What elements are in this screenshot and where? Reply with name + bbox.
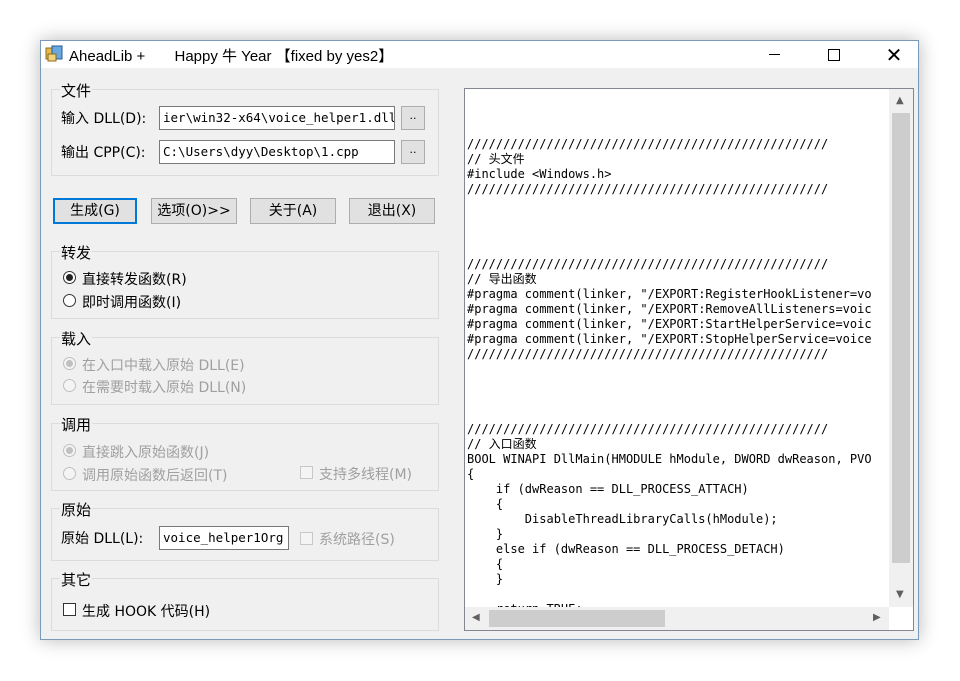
horizontal-scrollbar[interactable]: ◀ ▶ <box>465 607 889 630</box>
original-dll-label: 原始 DLL(L): <box>61 531 144 547</box>
load-on-demand-label[interactable]: 在需要时载入原始 DLL(N) <box>82 377 246 397</box>
app-icon <box>45 45 63 62</box>
call-return-label[interactable]: 调用原始函数后返回(T) <box>82 465 227 485</box>
close-button[interactable]: ✕ <box>865 41 923 68</box>
window-title: AheadLib + Happy 牛 Year 【fixed by yes2】 <box>69 48 394 65</box>
input-browse-button[interactable]: .. <box>401 106 425 130</box>
options-button[interactable]: 选项(O)>> <box>151 198 237 224</box>
load-group-title: 载入 <box>60 328 93 349</box>
instant-call-radio[interactable] <box>63 294 76 307</box>
generate-button[interactable]: 生成(G) <box>53 198 137 224</box>
vertical-scroll-thumb[interactable] <box>892 113 910 563</box>
other-group-title: 其它 <box>60 569 93 590</box>
files-group-title: 文件 <box>60 80 93 101</box>
hook-code-checkbox[interactable] <box>63 603 76 616</box>
multithread-checkbox[interactable] <box>300 466 313 479</box>
maximize-icon <box>828 48 840 61</box>
minimize-button[interactable] <box>745 41 803 68</box>
title-bar[interactable]: AheadLib + Happy 牛 Year 【fixed by yes2】 … <box>41 41 918 68</box>
scroll-left-icon[interactable]: ◀ <box>472 612 480 623</box>
load-on-demand-radio[interactable] <box>63 379 76 392</box>
output-cpp-label: 输出 CPP(C): <box>61 145 146 161</box>
load-on-entry-label[interactable]: 在入口中载入原始 DLL(E) <box>82 355 245 375</box>
scroll-up-icon[interactable]: ▲ <box>896 95 904 106</box>
jump-original-label[interactable]: 直接跳入原始函数(J) <box>82 442 209 462</box>
load-on-entry-radio[interactable] <box>63 357 76 370</box>
multithread-label[interactable]: 支持多线程(M) <box>319 464 412 484</box>
code-preview[interactable]: ////////////////////////////////////////… <box>464 88 914 631</box>
instant-call-label[interactable]: 即时调用函数(I) <box>82 292 181 312</box>
call-group-title: 调用 <box>60 414 93 435</box>
original-dll-field[interactable]: voice_helper1Org <box>159 526 289 550</box>
scroll-down-icon[interactable]: ▼ <box>896 589 904 600</box>
scroll-right-icon[interactable]: ▶ <box>873 612 881 623</box>
system-path-checkbox[interactable] <box>300 532 313 545</box>
vertical-scrollbar[interactable]: ▲ ▼ <box>889 89 913 607</box>
input-dll-label: 输入 DLL(D): <box>61 111 147 127</box>
exit-button[interactable]: 退出(X) <box>349 198 435 224</box>
main-window: AheadLib + Happy 牛 Year 【fixed by yes2】 … <box>40 40 919 640</box>
system-path-label[interactable]: 系统路径(S) <box>319 529 395 549</box>
jump-original-radio[interactable] <box>63 444 76 457</box>
output-browse-button[interactable]: .. <box>401 140 425 164</box>
horizontal-scroll-thumb[interactable] <box>489 610 665 627</box>
code-text[interactable]: ////////////////////////////////////////… <box>467 137 888 607</box>
hook-code-label[interactable]: 生成 HOOK 代码(H) <box>82 601 210 621</box>
forward-group-title: 转发 <box>60 242 93 263</box>
direct-forward-label[interactable]: 直接转发函数(R) <box>82 269 187 289</box>
maximize-button[interactable] <box>805 41 863 68</box>
about-button[interactable]: 关于(A) <box>250 198 336 224</box>
minimize-icon <box>768 54 780 55</box>
original-group-title: 原始 <box>60 499 93 520</box>
close-icon: ✕ <box>885 42 903 67</box>
input-dll-field[interactable]: ier\win32-x64\voice_helper1.dll <box>159 106 395 130</box>
call-return-radio[interactable] <box>63 467 76 480</box>
direct-forward-radio[interactable] <box>63 271 76 284</box>
output-cpp-field[interactable]: C:\Users\dyy\Desktop\1.cpp <box>159 140 395 164</box>
